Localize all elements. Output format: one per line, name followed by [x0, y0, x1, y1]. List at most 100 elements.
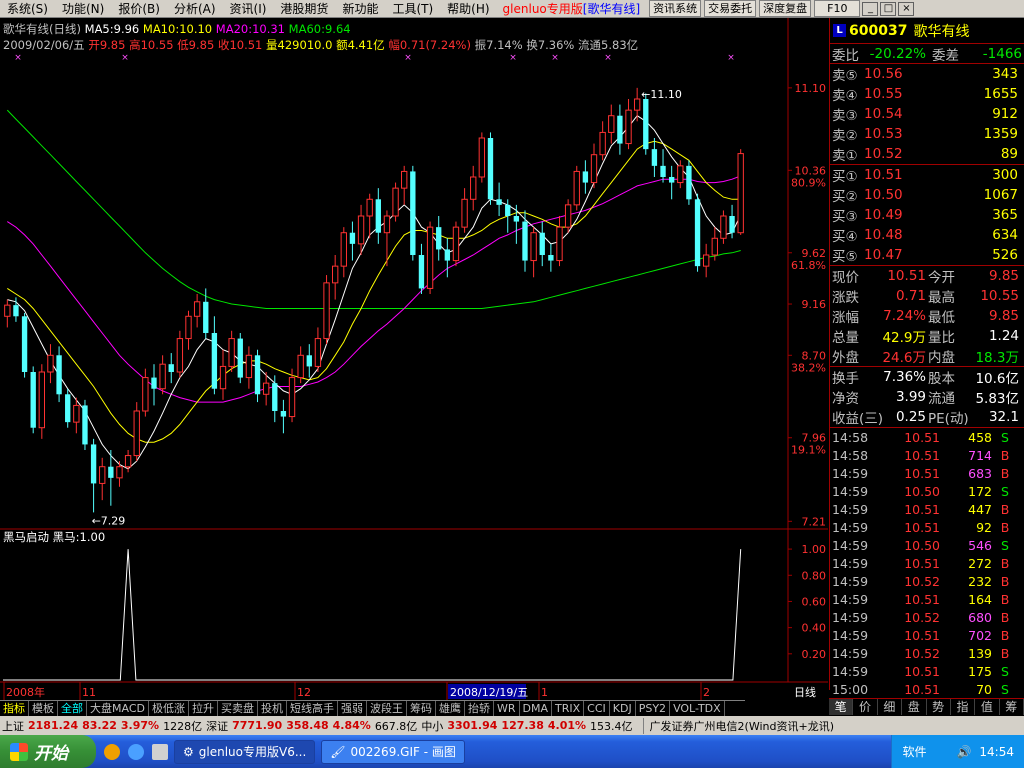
indicator-tab[interactable]: 买卖盘	[218, 701, 258, 716]
tick-direction: B	[1000, 465, 1010, 481]
menu-system[interactable]: 系统(S)	[0, 0, 55, 18]
sh-index-label[interactable]: 上证	[0, 718, 26, 734]
stock-l-icon[interactable]: L	[833, 24, 846, 37]
quote-tab[interactable]: 指	[951, 699, 976, 715]
indicator-tab[interactable]: VOL-TDX	[670, 701, 725, 716]
indicator-tab[interactable]: 极低涨	[149, 701, 189, 716]
indicator-tab[interactable]: 波段王	[367, 701, 407, 716]
bid-label: 买④	[832, 229, 858, 245]
candle-body-down	[505, 204, 511, 216]
quote-tab[interactable]: 笔	[829, 699, 854, 715]
tick-list[interactable]: 14:58 10.51 458 S 14:58 10.51 714 B 14:59 10.51 68…	[830, 428, 1024, 698]
bid-row[interactable]: 买③ 10.49 365	[830, 205, 1024, 225]
indicator-tab[interactable]: WR	[494, 701, 520, 716]
indicator-tab[interactable]: 雄鹰	[436, 701, 465, 716]
sh-index-pct: 3.97%	[120, 719, 160, 732]
tick-price: 10.51	[904, 465, 940, 481]
menu-help[interactable]: 帮助(H)	[440, 0, 496, 18]
chart-panel[interactable]: 11.10 10.36 9.62 9.16 8.70 7.96 7.21 80.9% 61.8%…	[0, 18, 828, 700]
bar-high: 高10.55	[129, 38, 174, 52]
indicator-tab[interactable]: CCI	[584, 701, 610, 716]
menu-info[interactable]: 资讯(I)	[223, 0, 274, 18]
quote-label: 涨幅	[832, 310, 859, 326]
indicator-tab[interactable]: 筹码	[407, 701, 436, 716]
kline-chart[interactable]: 11.1010.369.629.168.707.967.2180.9%61.8%…	[0, 18, 828, 700]
bid-price: 10.47	[864, 247, 903, 263]
candle-body-down	[30, 372, 36, 428]
candle-body-up	[314, 338, 322, 367]
indicator-tab[interactable]: 短线高手	[287, 701, 338, 716]
indicator-tab[interactable]: 全部	[58, 701, 87, 716]
quote-tab[interactable]: 势	[927, 699, 951, 715]
indicator-tab[interactable]: PSY2	[636, 701, 671, 716]
tray-software-label[interactable]: 软件	[902, 743, 926, 760]
menu-tools[interactable]: 工具(T)	[385, 0, 440, 18]
indicator-tab[interactable]: 强弱	[338, 701, 367, 716]
indicator-tab[interactable]: 抬轿	[465, 701, 494, 716]
ask-row[interactable]: 卖② 10.53 1359	[830, 124, 1024, 144]
menu-function[interactable]: 功能(N)	[55, 0, 111, 18]
quote-tab[interactable]: 价	[853, 699, 878, 715]
candle-body-down	[82, 405, 88, 445]
quote-tab[interactable]: 筹	[1000, 699, 1024, 715]
indicator-tab[interactable]: 拉升	[189, 701, 218, 716]
app-title: glenluo专用版[歌华有线]	[497, 0, 647, 17]
ask-row[interactable]: 卖① 10.52 89	[830, 144, 1024, 164]
menu-hk-futures[interactable]: 港股期货	[273, 0, 335, 18]
tray-speaker-icon[interactable]: 🔊	[956, 745, 971, 759]
bid-row[interactable]: 买⑤ 10.47 526	[830, 245, 1024, 265]
quote-tab[interactable]: 盘	[902, 699, 927, 715]
quote-label: 收益(三)	[832, 411, 884, 427]
bid-row[interactable]: 买④ 10.48 634	[830, 225, 1024, 245]
indicator-tick-label: 0.80	[802, 569, 827, 582]
candle-body-up	[340, 232, 347, 267]
minimize-icon[interactable]: _	[862, 1, 879, 16]
indicator-tab[interactable]: 大盘MACD	[87, 701, 149, 716]
bid-row[interactable]: 买② 10.50 1067	[830, 185, 1024, 205]
quote-value: 42.9万	[882, 330, 926, 346]
candle-body-down	[280, 411, 287, 417]
f10-button[interactable]: F10	[814, 0, 861, 17]
quote-tab[interactable]: 细	[878, 699, 903, 715]
candle-body-down	[272, 383, 278, 411]
indicator-tab[interactable]: 指标	[0, 701, 29, 716]
sz-index-label[interactable]: 深证	[204, 718, 230, 734]
indicator-tab[interactable]: TRIX	[552, 701, 585, 716]
info-system-button[interactable]: 资讯系统	[649, 0, 702, 17]
start-button[interactable]: 开始	[0, 735, 96, 768]
tick-volume: 680	[968, 609, 992, 625]
zx-index-label[interactable]: 中小	[419, 718, 445, 734]
indicator-tab[interactable]: 投机	[258, 701, 287, 716]
menu-new-function[interactable]: 新功能	[335, 0, 385, 18]
quote-tab[interactable]: 值	[975, 699, 1000, 715]
menu-bar: 系统(S) 功能(N) 报价(B) 分析(A) 资讯(I) 港股期货 新功能 工…	[0, 0, 1024, 18]
ask-row[interactable]: 卖⑤ 10.56 343	[830, 64, 1024, 84]
trade-entrust-button[interactable]: 交易委托	[704, 0, 757, 17]
menu-quote[interactable]: 报价(B)	[111, 0, 167, 18]
task-trading-app[interactable]: ⚙ glenluo专用版V6...	[174, 739, 316, 764]
candle-body-up	[297, 354, 304, 379]
quicklaunch-ie-icon[interactable]	[128, 743, 144, 760]
quicklaunch-desktop-icon[interactable]	[152, 743, 168, 760]
indicator-tab[interactable]: 模板	[29, 701, 58, 716]
candle-body-up	[720, 215, 727, 239]
ask-row[interactable]: 卖④ 10.55 1655	[830, 84, 1024, 104]
period-label: 日线	[794, 685, 816, 699]
tick-row: 14:59 10.51 702 B	[830, 626, 1024, 644]
bid-row[interactable]: 买① 10.51 300	[830, 165, 1024, 185]
indicator-tab[interactable]: KDJ	[610, 701, 636, 716]
tick-row: 14:59 10.51 92 B	[830, 518, 1024, 536]
indicator-tab[interactable]: DMA	[520, 701, 553, 716]
quote-value: 9.85	[988, 268, 1019, 284]
tick-row: 15:00 10.51 70 S	[830, 680, 1024, 698]
quicklaunch-media-icon[interactable]	[104, 743, 120, 760]
deep-replay-button[interactable]: 深度复盘	[759, 0, 812, 17]
quote-value: 18.3万	[975, 350, 1019, 366]
maximize-icon[interactable]: □	[880, 1, 897, 16]
tick-row: 14:59 10.52 139 B	[830, 644, 1024, 662]
close-icon[interactable]: ×	[898, 1, 915, 16]
menu-analysis[interactable]: 分析(A)	[167, 0, 223, 18]
candle-body-down	[487, 138, 494, 200]
task-paint[interactable]: 🖌 002269.GIF - 画图	[321, 739, 465, 764]
ask-row[interactable]: 卖③ 10.54 912	[830, 104, 1024, 124]
